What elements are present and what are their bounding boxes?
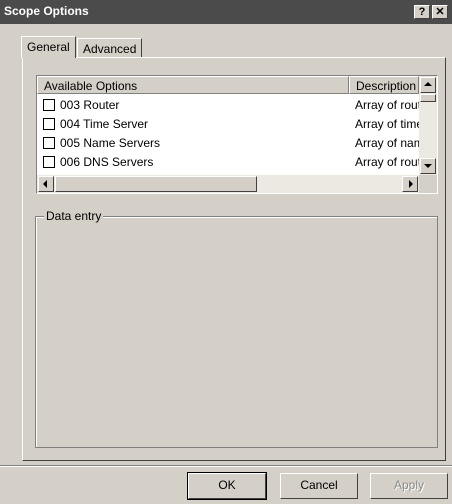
tab-advanced-label: Advanced [83,42,137,56]
tab-advanced[interactable]: Advanced [77,38,143,58]
option-name: 004 Time Server [60,117,149,131]
option-name: 006 DNS Servers [60,155,154,169]
option-checkbox[interactable] [43,137,55,149]
scrollbar-corner [419,175,437,193]
scroll-down-button[interactable] [420,158,436,174]
option-description: Array of rout [355,98,419,112]
scroll-left-button[interactable] [38,176,54,192]
column-header-available-options[interactable]: Available Options [37,76,349,94]
data-entry-title: Data entry [44,209,104,223]
vertical-scrollbar[interactable] [419,76,437,175]
button-separator [0,465,452,467]
horizontal-scroll-thumb[interactable] [55,176,257,192]
option-name: 003 Router [60,98,120,112]
arrow-right-icon [409,180,413,188]
list-item[interactable]: 006 DNS Servers Array of rout [37,153,419,172]
option-checkbox[interactable] [43,156,55,168]
option-name: 005 Name Servers [60,136,161,150]
vertical-scroll-thumb[interactable] [420,94,436,102]
data-entry-group [35,216,438,448]
tab-general-label: General [27,40,70,54]
apply-button[interactable]: Apply [370,473,448,499]
arrow-left-icon [43,180,47,188]
option-description: Array of nam [355,136,419,150]
scope-options-dialog: Scope Options ? ✕ General Advanced Avail… [0,0,452,504]
list-item[interactable]: 003 Router Array of rout [37,96,419,115]
option-checkbox[interactable] [43,99,55,111]
option-description: Array of rout [355,155,419,169]
horizontal-scrollbar[interactable] [37,175,419,193]
column-header-description[interactable]: Description [349,76,419,94]
scroll-up-button[interactable] [420,77,436,93]
close-button[interactable]: ✕ [432,5,448,19]
option-checkbox[interactable] [43,118,55,130]
title-bar[interactable]: Scope Options ? ✕ [0,0,452,24]
arrow-down-icon [424,164,432,168]
scroll-right-button[interactable] [402,176,418,192]
window-title: Scope Options [4,4,89,18]
list-item[interactable]: 005 Name Servers Array of nam [37,134,419,153]
arrow-up-icon [424,82,432,86]
ok-button[interactable]: OK [187,472,267,500]
tab-general[interactable]: General [21,36,76,58]
help-button[interactable]: ? [414,5,430,19]
option-description: Array of time [355,117,419,131]
available-options-list[interactable]: Available Options Description 003 Router… [36,75,438,194]
cancel-button[interactable]: Cancel [280,473,358,499]
list-item[interactable]: 004 Time Server Array of time [37,115,419,134]
